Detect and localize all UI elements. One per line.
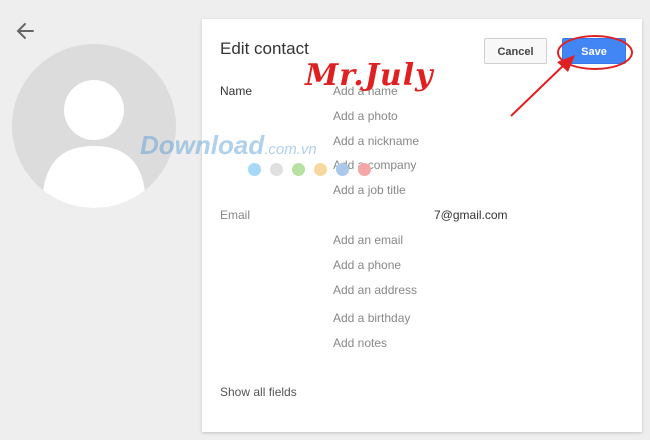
email-value[interactable]: 7@gmail.com (434, 208, 508, 222)
watermark-dot (292, 163, 305, 176)
email-label: Email (220, 208, 251, 222)
watermark-logo-text: Download (140, 130, 265, 160)
watermark-dot (336, 163, 349, 176)
name-label: Name (220, 84, 253, 98)
annotation-arrow-icon (510, 55, 575, 117)
add-nickname-field[interactable]: Add a nickname (333, 134, 419, 148)
avatar (12, 44, 176, 208)
watermark-dot (248, 163, 261, 176)
person-silhouette-icon (42, 80, 146, 208)
watermark-dot (358, 163, 371, 176)
add-notes-field[interactable]: Add notes (333, 336, 387, 350)
add-address-field[interactable]: Add an address (333, 283, 417, 297)
watermark-logo: Download.com.vn (140, 130, 317, 161)
show-all-fields-link[interactable]: Show all fields (220, 385, 297, 399)
add-photo-field[interactable]: Add a photo (333, 109, 398, 123)
watermark-dot (314, 163, 327, 176)
add-job-title-field[interactable]: Add a job title (333, 183, 406, 197)
watermark-dot (270, 163, 283, 176)
add-birthday-field[interactable]: Add a birthday (333, 311, 410, 325)
add-email-field[interactable]: Add an email (333, 233, 403, 247)
annotation-text: Mr.July (305, 58, 434, 93)
dialog-title: Edit contact (220, 39, 309, 58)
back-arrow-icon[interactable] (14, 20, 36, 42)
watermark-logo-suffix: .com.vn (264, 141, 317, 158)
add-phone-field[interactable]: Add a phone (333, 258, 401, 272)
